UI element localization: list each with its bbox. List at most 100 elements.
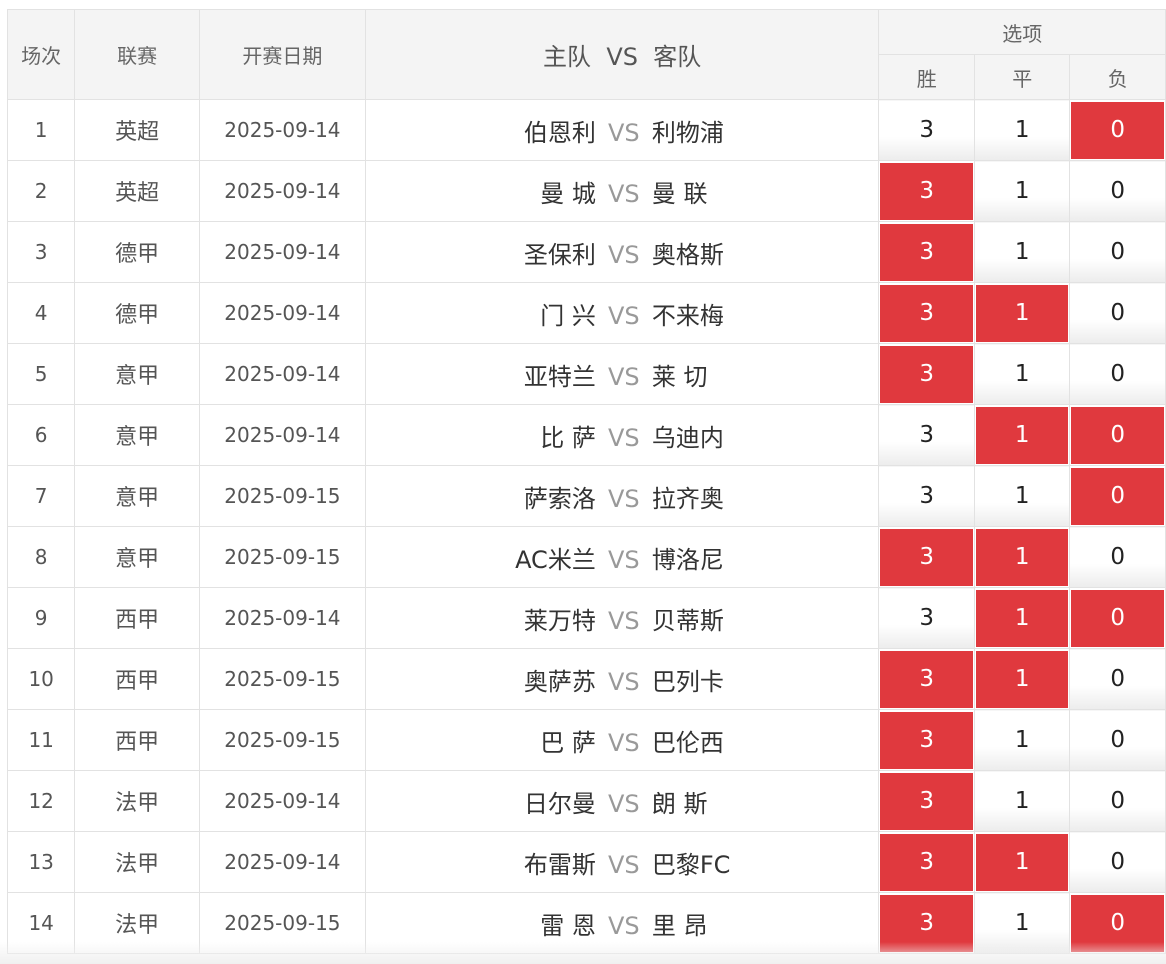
option-draw-label: 1 — [975, 406, 1069, 464]
home-team: 亚特兰 — [523, 362, 596, 391]
option-draw-button[interactable]: 1 — [973, 587, 1071, 649]
league-name: 西甲 — [74, 648, 200, 710]
match-number: 10 — [6, 648, 76, 710]
option-lose-button[interactable]: 0 — [1069, 465, 1166, 527]
option-lose-button[interactable]: 0 — [1069, 831, 1166, 893]
option-win-label: 3 — [880, 711, 973, 769]
bottom-fade — [0, 942, 1166, 964]
away-team: 曼 联 — [651, 179, 708, 208]
table-row: 6 意甲 2025-09-14 比 萨 VS 乌迪内 3 1 0 — [6, 404, 1166, 466]
header-match-number: 场次 — [6, 9, 76, 100]
option-draw-button[interactable]: 1 — [973, 221, 1071, 283]
vs-label: VS — [608, 911, 640, 940]
option-lose-button[interactable]: 0 — [1069, 221, 1166, 283]
table-row: 3 德甲 2025-09-14 圣保利 VS 奥格斯 3 1 0 — [6, 221, 1166, 283]
option-win-button[interactable]: 3 — [878, 404, 975, 466]
league-name: 英超 — [74, 160, 200, 222]
home-team: 奥萨苏 — [523, 667, 596, 696]
away-team: 博洛尼 — [651, 545, 724, 574]
matchup-cell: 伯恩利 VS 利物浦 — [364, 99, 880, 161]
option-lose-label: 0 — [1110, 238, 1126, 265]
option-draw-label: 1 — [1014, 787, 1030, 814]
option-win-label: 3 — [880, 772, 973, 830]
matchup-cell: 奥萨苏 VS 巴列卡 — [364, 648, 880, 710]
option-win-button[interactable]: 3 — [878, 770, 975, 832]
match-date: 2025-09-14 — [198, 282, 366, 344]
option-lose-button[interactable]: 0 — [1069, 343, 1166, 405]
option-win-button[interactable]: 3 — [878, 526, 975, 588]
match-number: 5 — [6, 343, 76, 405]
option-win-button[interactable]: 3 — [878, 648, 975, 710]
header-away: 客队 — [653, 43, 702, 71]
vs-label: VS — [608, 423, 640, 452]
option-draw-button[interactable]: 1 — [973, 160, 1071, 222]
option-lose-button[interactable]: 0 — [1069, 99, 1166, 161]
option-draw-button[interactable]: 1 — [973, 831, 1071, 893]
option-lose-label: 0 — [1071, 467, 1164, 525]
away-team: 朗 斯 — [651, 789, 708, 818]
option-lose-button[interactable]: 0 — [1069, 282, 1166, 344]
match-number: 8 — [6, 526, 76, 588]
matchup-cell: 莱万特 VS 贝蒂斯 — [364, 587, 880, 649]
option-win-button[interactable]: 3 — [878, 587, 975, 649]
away-team: 利物浦 — [651, 118, 724, 147]
vs-label: VS — [608, 850, 640, 879]
option-lose-button[interactable]: 0 — [1069, 709, 1166, 771]
table-row: 5 意甲 2025-09-14 亚特兰 VS 莱 切 3 1 0 — [6, 343, 1166, 405]
match-number: 13 — [6, 831, 76, 893]
matchup-cell: 比 萨 VS 乌迪内 — [364, 404, 880, 466]
match-date: 2025-09-14 — [198, 99, 366, 161]
header-home: 主队 — [543, 43, 592, 71]
option-lose-label: 0 — [1071, 101, 1164, 159]
option-draw-button[interactable]: 1 — [973, 526, 1071, 588]
option-win-label: 3 — [919, 604, 935, 631]
home-team: 萨索洛 — [523, 484, 596, 513]
option-draw-button[interactable]: 1 — [973, 282, 1071, 344]
option-draw-button[interactable]: 1 — [973, 770, 1071, 832]
match-table: 场次 联赛 开赛日期 主队 VS 客队 选项 胜 平 负 1 英超 2025-09-… — [6, 9, 1166, 954]
matchup-cell: 圣保利 VS 奥格斯 — [364, 221, 880, 283]
match-number: 4 — [6, 282, 76, 344]
option-draw-button[interactable]: 1 — [973, 99, 1071, 161]
option-draw-label: 1 — [1014, 238, 1030, 265]
option-draw-button[interactable]: 1 — [973, 343, 1071, 405]
option-lose-button[interactable]: 0 — [1069, 648, 1166, 710]
option-win-button[interactable]: 3 — [878, 831, 975, 893]
table-row: 11 西甲 2025-09-15 巴 萨 VS 巴伦西 3 1 0 — [6, 709, 1166, 771]
option-win-button[interactable]: 3 — [878, 160, 975, 222]
match-date: 2025-09-14 — [198, 404, 366, 466]
match-date: 2025-09-14 — [198, 587, 366, 649]
option-draw-button[interactable]: 1 — [973, 404, 1071, 466]
option-lose-button[interactable]: 0 — [1069, 404, 1166, 466]
option-lose-button[interactable]: 0 — [1069, 526, 1166, 588]
match-number: 6 — [6, 404, 76, 466]
home-team: 巴 萨 — [540, 728, 596, 757]
option-win-label: 3 — [880, 833, 973, 891]
option-draw-button[interactable]: 1 — [973, 465, 1071, 527]
match-date: 2025-09-15 — [198, 709, 366, 771]
option-lose-button[interactable]: 0 — [1069, 587, 1166, 649]
home-team: 伯恩利 — [523, 118, 596, 147]
away-team: 乌迪内 — [651, 423, 724, 452]
matchup-cell: 布雷斯 VS 巴黎FC — [364, 831, 880, 893]
option-win-button[interactable]: 3 — [878, 221, 975, 283]
option-draw-label: 1 — [1014, 177, 1030, 204]
option-win-label: 3 — [880, 528, 973, 586]
option-lose-button[interactable]: 0 — [1069, 160, 1166, 222]
home-team: 布雷斯 — [523, 850, 596, 879]
header-options: 选项 — [878, 9, 1166, 55]
option-win-button[interactable]: 3 — [878, 99, 975, 161]
option-lose-button[interactable]: 0 — [1069, 770, 1166, 832]
option-draw-button[interactable]: 1 — [973, 648, 1071, 710]
match-date: 2025-09-15 — [198, 465, 366, 527]
option-win-button[interactable]: 3 — [878, 282, 975, 344]
option-draw-button[interactable]: 1 — [973, 709, 1071, 771]
vs-label: VS — [608, 484, 640, 513]
vs-label: VS — [608, 362, 640, 391]
option-draw-label: 1 — [1014, 360, 1030, 387]
vs-label: VS — [608, 667, 640, 696]
option-win-button[interactable]: 3 — [878, 465, 975, 527]
option-win-button[interactable]: 3 — [878, 709, 975, 771]
option-win-button[interactable]: 3 — [878, 343, 975, 405]
option-win-label: 3 — [919, 421, 935, 448]
